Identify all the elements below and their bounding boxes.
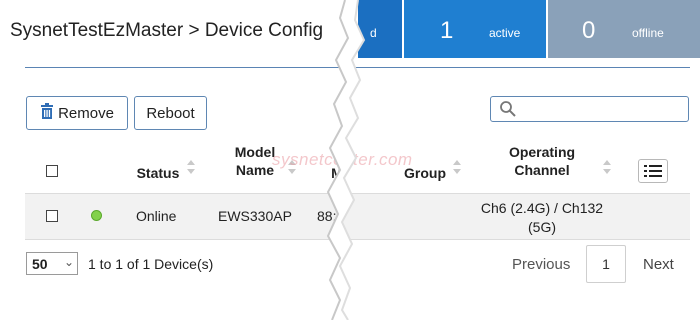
- page-size-select[interactable]: 50 ⌄: [26, 252, 78, 275]
- previous-page-button[interactable]: Previous: [512, 256, 570, 273]
- pagination-summary: 1 to 1 of 1 Device(s): [88, 256, 214, 272]
- next-page-button[interactable]: Next: [643, 256, 674, 273]
- current-page-button[interactable]: 1: [586, 245, 626, 283]
- chevron-down-icon: ⌄: [64, 255, 75, 269]
- page-size-value: 50: [32, 256, 48, 272]
